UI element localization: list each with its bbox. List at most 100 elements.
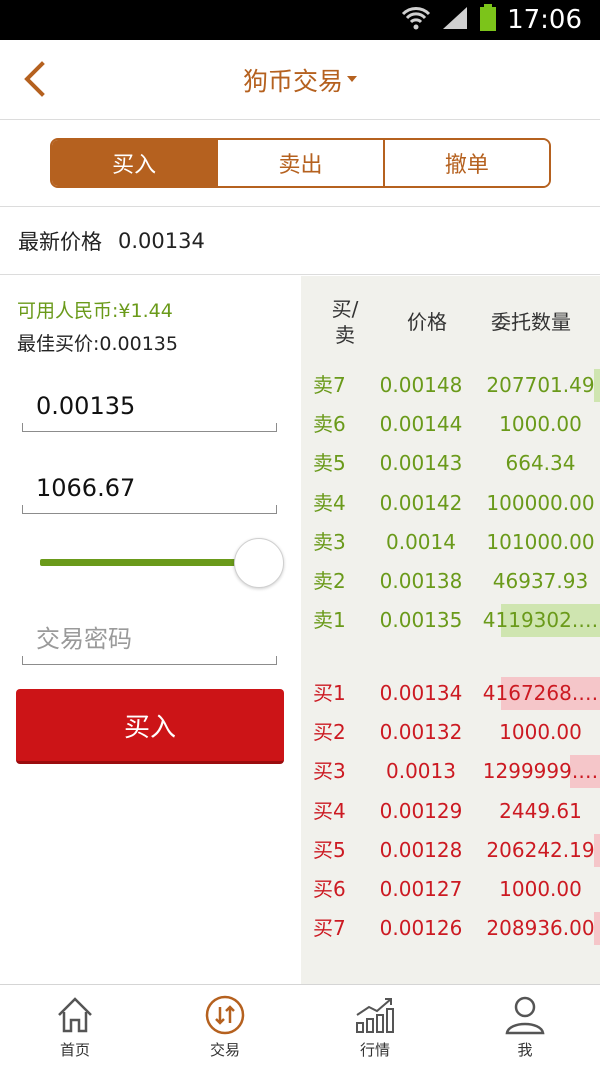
header-price: 价格 [407,310,447,334]
order-quantity: 1000.00 [499,412,582,437]
header-quantity: 委托数量 [491,310,571,334]
wifi-icon [401,5,431,35]
order-side: 卖1 [313,608,346,633]
order-price: 0.00135 [379,608,463,633]
buy-order-row[interactable]: 买1 0.00134 4167268.… [301,674,600,713]
order-side: 买6 [313,877,346,901]
order-quantity: 1299999.… [482,759,599,784]
buy-submit-button[interactable]: 买入 [16,689,284,764]
order-quantity: 206242.19 [486,837,595,862]
header-side: 买/卖 [331,297,359,347]
buy-order-row[interactable]: 买7 0.00126 208936.00 [301,909,600,948]
order-side: 卖2 [313,569,346,593]
latest-price-row: 最新价格 0.00134 [0,208,600,275]
order-book: 买/卖 价格 委托数量 卖7 0.00148 207701.49 卖6 0.00144 1… [301,276,600,984]
buy-order-row[interactable]: 买3 0.0013 1299999.… [301,752,600,791]
battery-icon [479,4,497,36]
password-field-wrap [22,613,277,665]
sell-order-row[interactable]: 卖6 0.00144 1000.00 [301,405,600,444]
order-price: 0.00128 [379,837,463,862]
order-side: 卖4 [313,490,346,515]
nav-trade[interactable]: 交易 [150,985,300,1067]
tab-sell[interactable]: 卖出 [216,140,383,186]
order-price: 0.0013 [386,759,456,784]
buy-order-row[interactable]: 买4 0.00129 2449.61 [301,792,600,831]
order-form: 可用人民币:¥1.44 最佳买价:0.00135 买入 [0,276,300,984]
status-time: 17:06 [507,5,582,35]
sell-order-row[interactable]: 卖4 0.00142 100000.00 [301,484,600,523]
order-side: 买3 [313,759,346,784]
order-side: 买2 [313,720,346,745]
order-quantity: 208936.00 [486,916,595,941]
sell-order-row[interactable]: 卖1 0.00135 4119302.… [301,601,600,640]
order-price: 0.00127 [379,877,463,901]
order-price: 0.00144 [379,412,463,437]
tab-buy[interactable]: 买入 [52,140,217,186]
trade-icon [203,993,247,1037]
sell-order-row[interactable]: 卖2 0.00138 46937.93 [301,562,600,601]
nav-me[interactable]: 我 [450,985,600,1067]
order-quantity: 4167268.… [482,681,599,705]
page-title: 狗币交易 [242,67,343,96]
order-quantity: 100000.00 [486,490,595,515]
nav-label: 我 [517,1041,533,1059]
quantity-field-wrap [22,462,277,514]
order-side: 买7 [313,916,346,941]
trade-tabs: 买入 卖出 撤单 [50,138,551,188]
order-side: 卖6 [313,412,346,437]
order-book-header: 买/卖 价格 委托数量 [301,276,600,366]
status-icons: 17:06 [401,0,582,40]
app-header: 狗币交易 [0,40,600,120]
latest-price-label: 最新价格 [18,230,102,254]
order-side: 卖5 [313,451,346,476]
nav-market[interactable]: 行情 [300,985,450,1067]
nav-label: 首页 [59,1041,90,1059]
order-side: 买4 [313,798,346,823]
order-side: 卖3 [313,529,346,554]
market-chart-icon [353,993,397,1037]
order-side: 卖7 [313,373,346,397]
sell-order-row[interactable]: 卖5 0.00143 664.34 [301,444,600,483]
user-icon [503,993,547,1037]
buy-order-row[interactable]: 买5 0.00128 206242.19 [301,831,600,870]
order-side: 买1 [313,681,346,705]
slider-knob[interactable] [234,538,284,588]
order-quantity: 664.34 [505,451,576,476]
order-quantity: 4119302.… [482,608,599,633]
order-quantity: 1000.00 [499,877,582,901]
best-buy-price: 最佳买价:0.00135 [17,333,178,355]
price-field-wrap [22,380,277,432]
order-price: 0.00148 [379,373,463,397]
quantity-input[interactable] [22,462,277,513]
order-price: 0.00132 [379,720,463,745]
nav-label: 交易 [209,1041,240,1059]
order-quantity: 207701.49 [486,373,595,397]
sell-order-row[interactable]: 卖7 0.00148 207701.49 [301,366,600,405]
quantity-slider[interactable] [40,538,284,588]
bottom-nav: 首页 交易 行情 我 [0,984,600,1067]
order-price: 0.00129 [379,798,463,823]
order-quantity: 2449.61 [499,798,582,823]
nav-home[interactable]: 首页 [0,985,150,1067]
buy-order-row[interactable]: 买2 0.00132 1000.00 [301,713,600,752]
caret-down-icon [347,76,357,82]
order-quantity: 46937.93 [492,569,589,593]
nav-label: 行情 [359,1041,390,1059]
available-balance: 可用人民币:¥1.44 [17,300,173,322]
title-dropdown[interactable]: 狗币交易 [0,40,600,120]
price-input[interactable] [22,380,277,431]
sell-order-row[interactable]: 卖3 0.0014 101000.00 [301,523,600,562]
order-price: 0.00126 [379,916,463,941]
order-price: 0.00143 [379,451,463,476]
order-price: 0.00138 [379,569,463,593]
status-bar: 17:06 [0,0,600,40]
buy-order-row[interactable]: 买6 0.00127 1000.00 [301,870,600,909]
order-quantity: 101000.00 [486,529,595,554]
order-price: 0.00142 [379,490,463,515]
slider-track [40,559,240,566]
trade-password-input[interactable] [22,613,277,664]
latest-price-value: 0.00134 [118,229,205,253]
order-quantity: 1000.00 [499,720,582,745]
home-icon [53,993,97,1037]
tab-cancel[interactable]: 撤单 [382,140,549,186]
